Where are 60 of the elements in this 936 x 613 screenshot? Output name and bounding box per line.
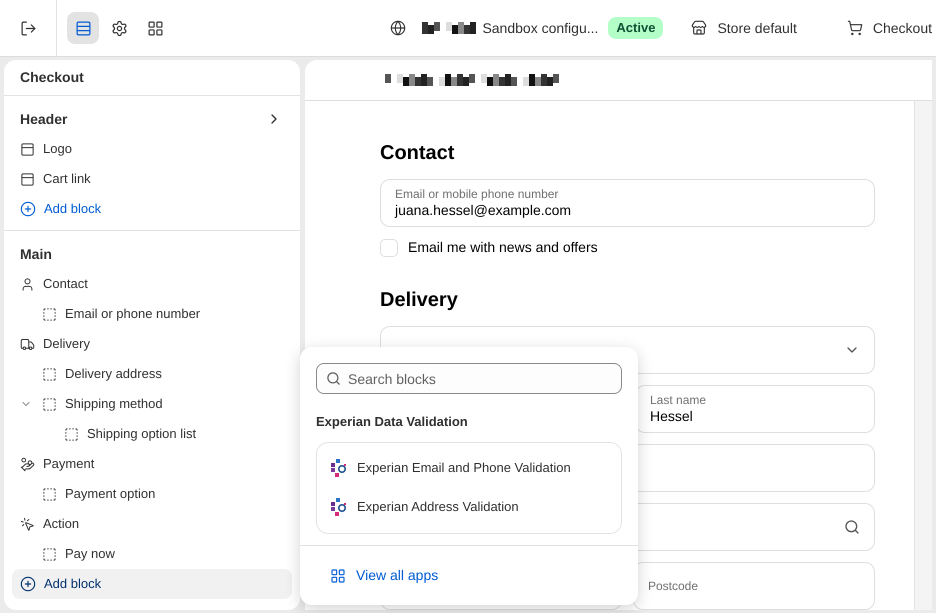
theme-selector[interactable]: Store default	[717, 18, 797, 38]
input-field[interactable]: Email or mobile phone number juana.hessel@example.com	[380, 179, 875, 227]
scrollbar-track[interactable]	[914, 101, 932, 610]
sidebar-item[interactable]: Shipping method	[4, 389, 300, 419]
checkbox[interactable]	[380, 238, 398, 256]
toolbar-button[interactable]	[67, 12, 99, 44]
logo-icon	[331, 498, 347, 516]
apps-icon	[330, 568, 346, 584]
app-item[interactable]: Experian Email and Phone Validation	[317, 448, 621, 488]
cursor-icon	[20, 516, 35, 532]
sidebar-item[interactable]: Payment	[4, 449, 300, 479]
add-block-button[interactable]: Add block	[12, 569, 292, 599]
store-icon	[691, 20, 708, 36]
section-heading: Header	[20, 110, 68, 128]
header-block-icon	[20, 142, 35, 156]
sidebar-item[interactable]: Pay now	[4, 539, 300, 569]
sidebar-item[interactable]: Shipping option list	[4, 419, 300, 449]
view-all-apps-link[interactable]: View all apps	[330, 565, 438, 586]
add-icon	[20, 576, 36, 592]
dashed-block-icon	[42, 546, 57, 562]
logo-icon	[331, 459, 347, 477]
truck-icon	[20, 336, 35, 352]
apps-icon	[146, 20, 164, 36]
sidebar-item[interactable]: Cart link	[4, 164, 300, 194]
person-icon	[20, 276, 35, 292]
sidebar-item[interactable]: Payment option	[4, 479, 300, 509]
status-badge: Active	[608, 17, 664, 39]
sidebar-title: Checkout	[20, 68, 84, 87]
layout-icon	[74, 20, 92, 36]
search-field[interactable]: Search blocks	[316, 363, 622, 394]
section-heading: Delivery	[380, 288, 459, 313]
sidebar-item[interactable]: Logo	[4, 134, 300, 164]
dashed-block-icon	[42, 486, 57, 502]
sidebar-item[interactable]: Delivery	[4, 329, 300, 359]
app-item[interactable]: Experian Address Validation	[317, 488, 621, 526]
sidebar-item[interactable]: Action	[4, 509, 300, 539]
hand-card-icon	[20, 456, 35, 472]
header-block-icon	[20, 172, 35, 186]
store-name[interactable]: Sandbox configu...	[482, 18, 598, 38]
cart-icon	[846, 20, 863, 36]
dashed-block-icon	[64, 426, 79, 442]
exit-icon	[20, 20, 36, 36]
globe-icon	[390, 20, 406, 36]
settings-icon	[110, 20, 128, 36]
group-heading: Experian Data Validation	[316, 413, 469, 431]
section-heading: Contact	[380, 141, 456, 166]
sidebar-item[interactable]: Email or phone number	[4, 299, 300, 329]
redacted-drawing	[422, 22, 476, 34]
add-block-button[interactable]: Add block	[12, 194, 292, 224]
page-selector[interactable]: Checkout	[872, 18, 932, 38]
checkbox-label: Email me with news and offers	[408, 238, 598, 257]
add-icon	[20, 201, 36, 217]
sidebar-item[interactable]: Contact	[4, 269, 300, 299]
dashed-block-icon	[42, 366, 57, 382]
section-heading: Main	[20, 244, 53, 264]
dashed-block-icon	[42, 306, 57, 322]
sidebar-item[interactable]: Delivery address	[4, 359, 300, 389]
dashed-block-icon	[42, 396, 57, 412]
search-icon	[844, 519, 860, 535]
search-icon	[326, 371, 341, 386]
